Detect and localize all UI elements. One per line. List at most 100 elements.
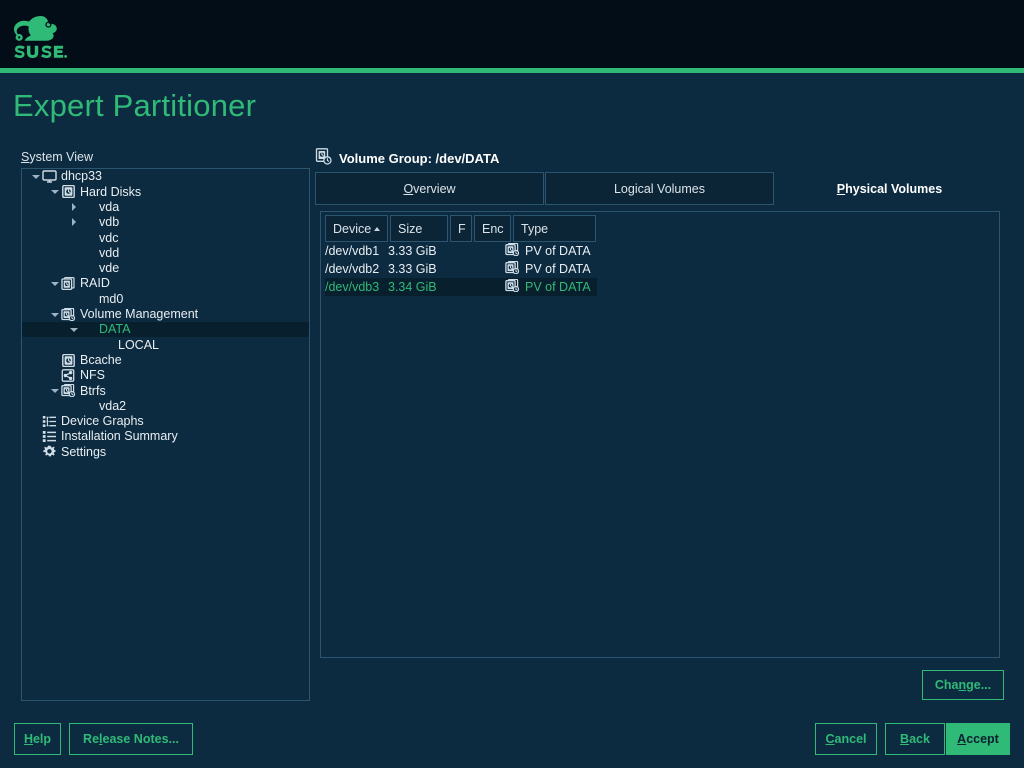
chevron-down-icon[interactable]: [31, 171, 42, 182]
tree-indent: [22, 176, 31, 177]
column-header-label: Device: [333, 222, 371, 236]
cell-device: /dev/vdb2: [325, 262, 388, 276]
tree-spacer: [50, 355, 61, 366]
sidebar-item-hard-disks[interactable]: Hard Disks: [22, 184, 309, 199]
column-header-device[interactable]: Device: [325, 215, 388, 242]
tab-bar[interactable]: OverviewLogical Volumes Physical Volumes: [315, 172, 1004, 205]
monitor-icon: [42, 170, 57, 183]
table-row[interactable]: /dev/vdb33.34 GiBPV of DATA: [325, 278, 597, 296]
tree-spacer: [50, 370, 61, 381]
tree-spacer: [69, 401, 80, 412]
column-header-enc[interactable]: Enc: [474, 215, 511, 242]
sidebar-item-data[interactable]: DATA: [22, 322, 309, 337]
app-banner: [0, 0, 1024, 68]
table-row[interactable]: /dev/vdb13.33 GiBPV of DATA: [325, 242, 597, 260]
tree-indent: [22, 253, 69, 254]
sidebar-item-bcache[interactable]: Bcache: [22, 353, 309, 368]
tree-indent: [22, 360, 50, 361]
volume-group-icon: [505, 279, 520, 295]
table-header-row[interactable]: Device Size F EncType: [321, 212, 999, 242]
sidebar-item-dhcp33[interactable]: dhcp33: [22, 169, 309, 184]
sidebar-item-vda[interactable]: vda: [22, 200, 309, 215]
chevron-down-icon[interactable]: [50, 278, 61, 289]
tree-icon-placeholder: [80, 201, 95, 214]
volume-group-icon: [315, 148, 332, 168]
sidebar-item-installation-summary[interactable]: Installation Summary: [22, 429, 309, 444]
tree-indent: [22, 390, 50, 391]
tree-indent: [22, 344, 88, 345]
system-view-label: System View: [21, 150, 93, 164]
sidebar-item-vdb[interactable]: vdb: [22, 215, 309, 230]
sidebar-item-label: vdb: [99, 216, 119, 229]
chevron-right-icon[interactable]: [69, 202, 80, 213]
sidebar-item-label: LOCAL: [118, 339, 159, 352]
column-header-size[interactable]: Size: [390, 215, 448, 242]
release-notes-button[interactable]: Release Notes...: [69, 723, 193, 755]
tree-indent: [22, 329, 69, 330]
help-button[interactable]: Help: [14, 723, 61, 755]
cell-type-label: PV of DATA: [525, 262, 591, 276]
tree-spacer: [88, 339, 99, 350]
page-title: Expert Partitioner: [13, 88, 256, 124]
sidebar-item-settings[interactable]: Settings: [22, 444, 309, 459]
chevron-down-icon[interactable]: [50, 186, 61, 197]
sidebar-item-label: md0: [99, 293, 123, 306]
chevron-down-icon[interactable]: [50, 309, 61, 320]
tree-spacer: [31, 446, 42, 457]
sidebar-item-vdd[interactable]: vdd: [22, 245, 309, 260]
column-header-label: Size: [398, 222, 422, 236]
volume-group-icon: [505, 243, 520, 259]
system-view-tree[interactable]: dhcp33Hard Disks vda vdb vdcvdd vdeRAID md0Vo…: [21, 168, 310, 701]
sidebar-item-label: vda2: [99, 400, 126, 413]
cell-type-label: PV of DATA: [525, 244, 591, 258]
table-body[interactable]: /dev/vdb13.33 GiBPV of DATA/dev/vdb23.33…: [321, 242, 999, 296]
sidebar-item-label: DATA: [99, 323, 130, 336]
sidebar-item-vda2[interactable]: vda2: [22, 398, 309, 413]
sidebar-item-label: NFS: [80, 369, 105, 382]
tab-overview[interactable]: Overview: [315, 172, 544, 205]
sidebar-item-raid[interactable]: RAID: [22, 276, 309, 291]
tree-indent: [22, 299, 69, 300]
tab-physical-volumes[interactable]: Physical Volumes: [775, 172, 1004, 205]
table-row[interactable]: /dev/vdb23.33 GiBPV of DATA: [325, 260, 597, 278]
back-button[interactable]: Back: [885, 723, 945, 755]
sidebar-item-label: vdc: [99, 232, 118, 245]
volume-group-icon: [505, 261, 520, 277]
sidebar-item-vdc[interactable]: vdc: [22, 230, 309, 245]
suse-chameleon-logo: [12, 12, 98, 58]
sidebar-item-nfs[interactable]: NFS: [22, 368, 309, 383]
sidebar-item-vde[interactable]: vde: [22, 261, 309, 276]
column-header-f[interactable]: F: [450, 215, 472, 242]
summary-list-icon: [42, 430, 57, 443]
sidebar-item-local[interactable]: LOCAL: [22, 337, 309, 352]
sidebar-item-label: vda: [99, 201, 119, 214]
chevron-down-icon[interactable]: [50, 385, 61, 396]
sidebar-item-volume-management[interactable]: Volume Management: [22, 307, 309, 322]
volume-group-title: Volume Group: /dev/DATA: [339, 151, 499, 166]
tab-label: Physical Volumes: [837, 182, 942, 196]
tree-spacer: [69, 294, 80, 305]
device-graph-icon: [42, 415, 57, 428]
column-header-type[interactable]: Type: [513, 215, 596, 242]
sidebar-item-device-graphs[interactable]: Device Graphs: [22, 414, 309, 429]
sidebar-item-label: dhcp33: [61, 170, 102, 183]
tree-indent: [22, 436, 31, 437]
chevron-right-icon[interactable]: [69, 217, 80, 228]
sidebar-item-label: vde: [99, 262, 119, 275]
cell-type-label: PV of DATA: [525, 280, 591, 294]
accept-button[interactable]: Accept: [946, 723, 1010, 755]
change-button[interactable]: Change...: [922, 670, 1004, 700]
hard-disk-icon: [61, 185, 76, 198]
column-header-label: F: [458, 222, 466, 236]
chevron-down-icon[interactable]: [69, 324, 80, 335]
sidebar-item-label: Device Graphs: [61, 415, 144, 428]
sidebar-item-btrfs[interactable]: Btrfs: [22, 383, 309, 398]
volume-group-header: Volume Group: /dev/DATA: [315, 148, 499, 168]
tab-logical-volumes[interactable]: Logical Volumes: [545, 172, 774, 205]
sidebar-item-label: Bcache: [80, 354, 122, 367]
sidebar-item-md0[interactable]: md0: [22, 291, 309, 306]
tree-icon-placeholder: [80, 247, 95, 260]
tree-spacer: [31, 431, 42, 442]
cancel-button[interactable]: Cancel: [815, 723, 877, 755]
tree-indent: [22, 237, 69, 238]
